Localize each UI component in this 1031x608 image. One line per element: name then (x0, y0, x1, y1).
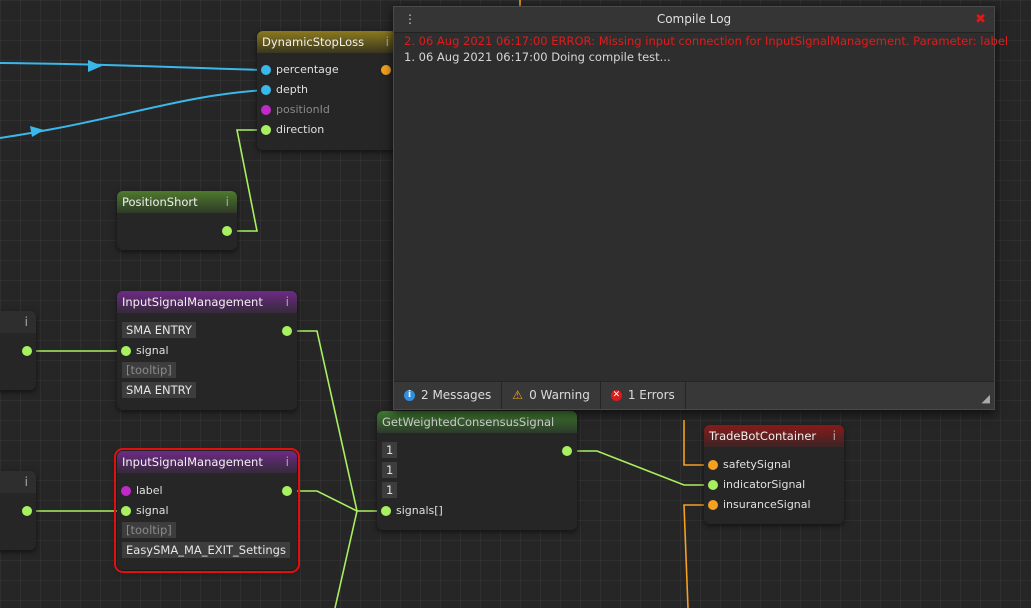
input-row-depth: depth (257, 80, 397, 100)
compile-log-title: Compile Log (656, 12, 732, 26)
compile-log-messages[interactable]: 2. 06 Aug 2021 06:17:00 ERROR: Missing i… (394, 33, 1008, 382)
input-label: insuranceSignal (723, 498, 811, 511)
input-label: depth (276, 83, 309, 96)
output-pin[interactable] (22, 506, 32, 516)
input-row-safety-signal: safetySignal (704, 455, 844, 475)
warnings-filter-button[interactable]: ⚠ 0 Warning (502, 382, 601, 409)
wire-green-consensus (567, 450, 713, 486)
input-label: signal (136, 504, 169, 517)
messages-count: 2 Messages (421, 388, 492, 402)
wire-green-down (334, 510, 358, 608)
node-get-weighted-consensus-signal[interactable]: GetWeightedConsensusSignal 1 1 1 signals… (377, 411, 577, 530)
node-title: InputSignalManagement (122, 295, 263, 309)
input-label: percentage (276, 63, 339, 76)
input-label: label (136, 484, 163, 497)
node-header[interactable]: PositionShort i (117, 191, 237, 213)
input-pin[interactable] (121, 506, 131, 516)
input-row-direction: direction (257, 120, 397, 140)
menu-icon[interactable]: ⋮ (404, 7, 416, 32)
resize-handle-icon[interactable]: ◢ (982, 392, 990, 405)
log-message-error[interactable]: 2. 06 Aug 2021 06:17:00 ERROR: Missing i… (394, 33, 1008, 49)
output-pin[interactable] (22, 346, 32, 356)
input-pin[interactable] (261, 105, 271, 115)
node-input-signal-management-1[interactable]: InputSignalManagement i SMA ENTRY signal… (117, 291, 297, 410)
wire-green-out2 (287, 490, 358, 512)
input-pin[interactable] (261, 65, 271, 75)
node-trade-bot-container[interactable]: TradeBotContainer i safetySignal indicat… (704, 425, 844, 524)
input-pin[interactable] (708, 480, 718, 490)
warning-icon: ⚠ (512, 388, 524, 402)
input-row-signal: signal (117, 341, 297, 361)
log-message-info[interactable]: 1. 06 Aug 2021 06:17:00 Doing compile te… (394, 49, 994, 65)
wire-blue-percentage (0, 62, 267, 71)
description-field[interactable]: SMA ENTRY (122, 382, 196, 398)
node-header[interactable]: GetWeightedConsensusSignal (377, 411, 577, 433)
compile-log-status-bar: i 2 Messages ⚠ 0 Warning ✕ 1 Errors (394, 381, 994, 409)
weight-field[interactable]: 1 (382, 462, 398, 478)
output-pin[interactable] (562, 446, 572, 456)
info-icon[interactable]: i (386, 31, 389, 53)
node-header[interactable]: TradeBotContainer i (704, 425, 844, 447)
input-label: positionId (276, 103, 330, 116)
input-label: indicatorSignal (723, 478, 806, 491)
info-icon[interactable]: i (25, 311, 28, 333)
input-row-insurance-signal: insuranceSignal (704, 495, 844, 515)
input-pin[interactable] (121, 486, 131, 496)
messages-filter-button[interactable]: i 2 Messages (394, 382, 503, 409)
description-field[interactable]: EasySMA_MA_EXIT_Settings (122, 542, 290, 558)
input-pin[interactable] (121, 346, 131, 356)
node-header[interactable]: DynamicStopLoss i (257, 31, 397, 53)
output-pin[interactable] (282, 326, 292, 336)
weight-field[interactable]: 1 (382, 442, 398, 458)
input-row-percentage: percentage (257, 60, 397, 80)
tooltip-field[interactable]: [tooltip] (122, 522, 176, 538)
error-icon: ✕ (610, 390, 622, 401)
left-stub-node-1[interactable]: i (0, 311, 36, 390)
input-pin[interactable] (708, 460, 718, 470)
input-row-indicator-signal: indicatorSignal (704, 475, 844, 495)
input-label: safetySignal (723, 458, 791, 471)
node-header[interactable]: InputSignalManagement i (117, 451, 297, 473)
node-title: TradeBotContainer (709, 429, 817, 443)
input-row-position-id: positionId (257, 100, 397, 120)
info-icon[interactable]: i (226, 191, 229, 213)
input-pin[interactable] (261, 85, 271, 95)
input-pin[interactable] (708, 500, 718, 510)
node-input-signal-management-2[interactable]: InputSignalManagement i label signal [to… (114, 448, 300, 573)
label-value-field[interactable]: SMA ENTRY (122, 322, 196, 338)
errors-count: 1 Errors (627, 388, 675, 402)
node-title: DynamicStopLoss (262, 35, 365, 49)
node-title: GetWeightedConsensusSignal (382, 415, 555, 429)
info-icon: i (404, 390, 415, 401)
info-icon[interactable]: i (833, 425, 836, 447)
wire-arrow (88, 60, 102, 72)
node-header[interactable]: InputSignalManagement i (117, 291, 297, 313)
node-title: InputSignalManagement (122, 455, 263, 469)
input-label: signal (136, 344, 169, 357)
input-row-signals: signals[] (377, 501, 577, 521)
input-row-label: label (117, 481, 297, 501)
close-icon[interactable]: ✖ (975, 7, 986, 32)
wire-green-out1 (287, 330, 387, 512)
compile-log-window[interactable]: ⋮ Compile Log ✖ 2. 06 Aug 2021 06:17:00 … (393, 6, 1008, 410)
input-pin[interactable] (261, 125, 271, 135)
left-stub-node-2[interactable]: i (0, 471, 36, 550)
node-dynamic-stop-loss[interactable]: DynamicStopLoss i percentage depth posit… (257, 31, 397, 150)
info-icon[interactable]: i (286, 451, 289, 473)
tooltip-field[interactable]: [tooltip] (122, 362, 176, 378)
node-position-short[interactable]: PositionShort i (117, 191, 237, 250)
info-icon[interactable]: i (286, 291, 289, 313)
weight-field[interactable]: 1 (382, 482, 398, 498)
compile-log-titlebar[interactable]: ⋮ Compile Log ✖ (394, 7, 994, 33)
input-row-signal: signal (117, 501, 297, 521)
errors-filter-button[interactable]: ✕ 1 Errors (601, 382, 686, 409)
info-icon[interactable]: i (25, 471, 28, 493)
warnings-count: 0 Warning (529, 388, 590, 402)
input-pin[interactable] (381, 506, 391, 516)
output-pin[interactable] (381, 65, 391, 75)
input-label: direction (276, 123, 325, 136)
output-pin[interactable] (222, 226, 232, 236)
node-title: PositionShort (122, 195, 198, 209)
input-label: signals[] (396, 504, 443, 517)
